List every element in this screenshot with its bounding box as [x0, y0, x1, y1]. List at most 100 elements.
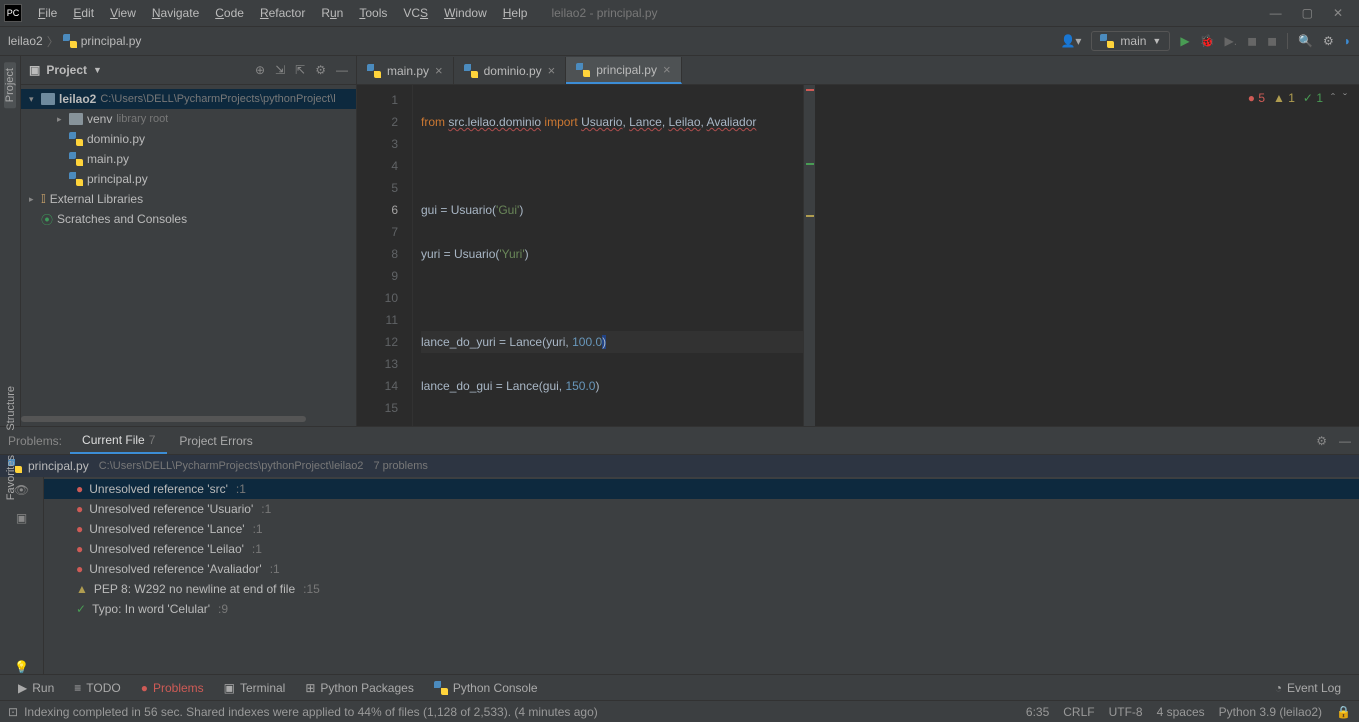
window-title: leilao2 - principal.py [551, 6, 657, 20]
settings-icon[interactable]: ⚙ [1323, 34, 1334, 48]
horizontal-scrollbar[interactable] [21, 416, 306, 422]
problem-item[interactable]: ▲ PEP 8: W292 no newline at end of file … [44, 579, 1359, 599]
code-content[interactable]: from src.leilao.dominio import Usuario, … [413, 85, 803, 426]
lock-icon[interactable]: 🔒 [1336, 705, 1351, 719]
select-opened-file-icon[interactable]: ⊕ [255, 63, 265, 77]
tool-todo[interactable]: ≡TODO [64, 681, 130, 695]
menu-navigate[interactable]: Navigate [144, 6, 207, 20]
line-gutter[interactable]: 123456789101112131415 [357, 85, 413, 426]
folder-icon [69, 113, 83, 125]
add-user-icon[interactable]: 👤▾ [1060, 34, 1081, 48]
tool-terminal[interactable]: ▣Terminal [214, 681, 296, 695]
typo-count-icon[interactable]: ✓ 1 [1303, 91, 1323, 105]
problems-file-header[interactable]: principal.py C:\Users\DELL\PycharmProjec… [0, 455, 1359, 477]
coverage-button[interactable]: ▶. [1225, 34, 1238, 48]
problem-item[interactable]: ● Unresolved reference 'src' :1 [44, 479, 1359, 499]
problems-list[interactable]: ● Unresolved reference 'src' :1 ● Unreso… [44, 477, 1359, 674]
problem-item[interactable]: ✓ Typo: In word 'Celular' :9 [44, 599, 1359, 619]
tab-main[interactable]: main.py × [357, 57, 454, 84]
maximize-icon[interactable]: ▢ [1302, 6, 1313, 20]
menu-view[interactable]: View [102, 6, 144, 20]
library-icon: 𝕀 [41, 192, 46, 206]
run-config-selector[interactable]: main ▼ [1091, 31, 1170, 51]
menu-help[interactable]: Help [495, 6, 536, 20]
warning-count-icon[interactable]: ▲ 1 [1273, 91, 1295, 105]
tree-file-main[interactable]: main.py [21, 149, 356, 169]
left-tab-project[interactable]: Project [4, 62, 16, 108]
status-encoding[interactable]: UTF-8 [1109, 705, 1143, 719]
tree-venv[interactable]: ▸ venv library root [21, 109, 356, 129]
code-with-me-icon[interactable]: ◗ [1344, 34, 1351, 48]
status-eol[interactable]: CRLF [1063, 705, 1094, 719]
breadcrumb-project[interactable]: leilao2 [8, 34, 43, 48]
tree-external-libs[interactable]: ▸ 𝕀 External Libraries [21, 189, 356, 209]
tool-console[interactable]: Python Console [424, 681, 548, 695]
debug-button[interactable]: 🐞 [1200, 34, 1215, 48]
hide-icon[interactable]: — [336, 63, 348, 77]
menu-window[interactable]: Window [436, 6, 495, 20]
status-interpreter[interactable]: Python 3.9 (leilao2) [1219, 705, 1322, 719]
python-icon [434, 681, 448, 695]
tab-project-errors[interactable]: Project Errors [167, 427, 264, 454]
tab-principal[interactable]: principal.py × [566, 57, 681, 84]
tab-dominio[interactable]: dominio.py × [454, 57, 567, 84]
tool-problems[interactable]: ●Problems [131, 681, 214, 695]
settings-icon[interactable]: ⚙ [1316, 434, 1327, 448]
status-indent[interactable]: 4 spaces [1157, 705, 1205, 719]
collapse-all-icon[interactable]: ⇱ [295, 63, 305, 77]
menu-edit[interactable]: Edit [65, 6, 102, 20]
close-tab-icon[interactable]: × [435, 63, 443, 78]
problem-loc: :1 [253, 522, 263, 536]
intention-bulb-icon[interactable]: 💡 [14, 660, 29, 674]
tree-file-principal[interactable]: principal.py [21, 169, 356, 189]
menu-tools[interactable]: Tools [351, 6, 395, 20]
tool-packages[interactable]: ⊞Python Packages [295, 681, 423, 695]
problem-item[interactable]: ● Unresolved reference 'Usuario' :1 [44, 499, 1359, 519]
status-line-col[interactable]: 6:35 [1026, 705, 1049, 719]
python-file-icon [69, 152, 83, 166]
menubar: PC File Edit View Navigate Code Refactor… [0, 0, 1359, 27]
project-tree[interactable]: ▾ leilao2 C:\Users\DELL\PycharmProjects\… [21, 85, 356, 416]
settings-icon[interactable]: ⚙ [315, 63, 326, 77]
tree-scratches[interactable]: ⦿ Scratches and Consoles [21, 209, 356, 229]
tool-event-log[interactable]: ◔Event Log [1265, 681, 1351, 695]
menu-vcs[interactable]: VCS [395, 6, 436, 20]
stop-button[interactable]: ◼ [1267, 34, 1277, 48]
profile-button[interactable]: ◼ [1247, 34, 1257, 48]
tab-current-file[interactable]: Current File7 [70, 427, 167, 454]
expand-all-icon[interactable]: ⇲ [275, 63, 285, 77]
prev-highlight-icon[interactable]: ˆ [1331, 91, 1335, 105]
tab-label: main.py [387, 64, 429, 78]
problem-item[interactable]: ● Unresolved reference 'Leilao' :1 [44, 539, 1359, 559]
close-icon[interactable]: ✕ [1333, 6, 1343, 20]
error-count-icon[interactable]: ● 5 [1248, 91, 1265, 105]
next-highlight-icon[interactable]: ˇ [1343, 91, 1347, 105]
menu-file[interactable]: File [30, 6, 65, 20]
menu-run[interactable]: Run [313, 6, 351, 20]
breadcrumb-file[interactable]: principal.py [63, 34, 142, 48]
bottom-tool-bar: ▶Run ≡TODO ●Problems ▣Terminal ⊞Python P… [0, 674, 1359, 700]
search-everywhere-icon[interactable]: 🔍 [1298, 34, 1313, 48]
minimize-icon[interactable]: — [1270, 6, 1282, 20]
problem-item[interactable]: ● Unresolved reference 'Avaliador' :1 [44, 559, 1359, 579]
inspections-widget[interactable]: ● 5 ▲ 1 ✓ 1 ˆ ˇ [1248, 91, 1347, 105]
error-stripe[interactable] [803, 85, 815, 426]
inspection-settings-icon[interactable]: ▣ [16, 511, 27, 525]
problem-item[interactable]: ● Unresolved reference 'Lance' :1 [44, 519, 1359, 539]
close-tab-icon[interactable]: × [548, 63, 556, 78]
menu-code[interactable]: Code [207, 6, 252, 20]
close-tab-icon[interactable]: × [663, 62, 671, 77]
hide-icon[interactable]: — [1339, 434, 1351, 448]
menu-refactor[interactable]: Refactor [252, 6, 313, 20]
problem-loc: :1 [236, 482, 246, 496]
tree-file-dominio[interactable]: dominio.py [21, 129, 356, 149]
tree-root[interactable]: ▾ leilao2 C:\Users\DELL\PycharmProjects\… [21, 89, 356, 109]
run-button[interactable]: ▶ [1180, 34, 1189, 48]
project-panel-title[interactable]: ▣ Project ▼ [29, 63, 102, 77]
tree-file-label: dominio.py [87, 132, 145, 146]
code-editor[interactable]: 123456789101112131415 from src.leilao.do… [357, 85, 1359, 426]
left-tab-favorites[interactable]: Favorites [5, 449, 17, 506]
tool-run[interactable]: ▶Run [8, 681, 64, 695]
left-tab-structure[interactable]: Structure [5, 380, 17, 437]
tree-root-label: leilao2 [59, 92, 96, 106]
